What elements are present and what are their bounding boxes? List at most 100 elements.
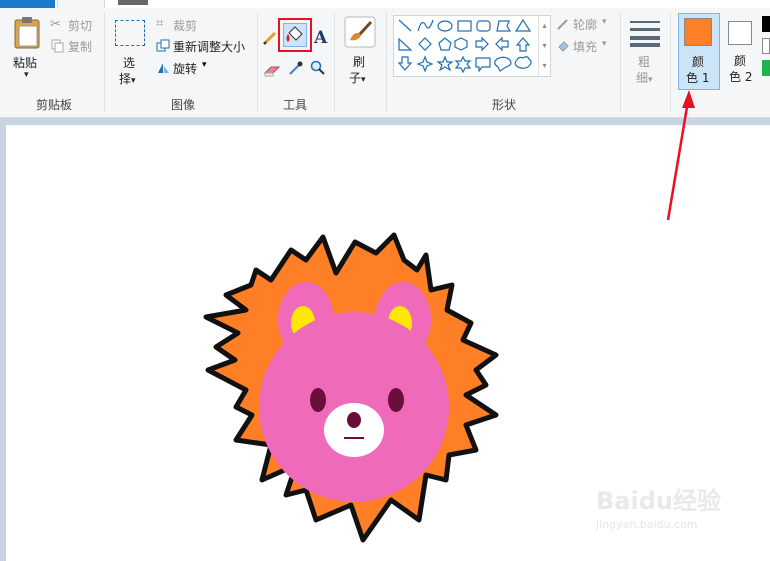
eyedropper-icon bbox=[289, 61, 303, 75]
outline-button[interactable]: 轮廓 ▾ bbox=[556, 16, 616, 32]
select-label-2-text: 择 bbox=[119, 72, 132, 86]
five-point-star-shape-icon[interactable] bbox=[436, 55, 454, 72]
color2-label-1: 颜 bbox=[734, 54, 747, 68]
left-arrow-shape-icon[interactable] bbox=[495, 36, 509, 52]
divider bbox=[670, 12, 671, 112]
image-group-label: 图像 bbox=[170, 98, 195, 112]
tab-file[interactable] bbox=[0, 0, 55, 8]
curve-shape-icon[interactable] bbox=[417, 19, 434, 32]
drawing-canvas[interactable]: Baidu经验 jingyan.baidu.com bbox=[6, 125, 770, 561]
shapes-scroll[interactable]: ▴ ▾ ▾ bbox=[538, 16, 550, 76]
pencil-icon bbox=[262, 31, 277, 46]
select-label-1: 选 bbox=[123, 56, 136, 70]
oval-callout-shape-icon[interactable] bbox=[494, 56, 512, 72]
outline-icon bbox=[557, 19, 568, 30]
up-arrow-shape-icon[interactable] bbox=[515, 37, 531, 52]
brush-icon bbox=[344, 16, 376, 48]
clipboard-icon bbox=[14, 17, 40, 49]
color2-label-2: 色 2 bbox=[729, 70, 753, 84]
fill-button[interactable]: 填充 ▾ bbox=[556, 38, 616, 54]
pencil-tool[interactable] bbox=[262, 30, 278, 48]
color2-button[interactable]: 颜 色 2 bbox=[724, 13, 758, 90]
tab-strip bbox=[0, 0, 770, 8]
outline-dropdown-icon[interactable]: ▾ bbox=[602, 17, 607, 27]
baidu-watermark: Baidu经验 jingyan.baidu.com bbox=[596, 481, 736, 541]
diamond-shape-icon[interactable] bbox=[418, 37, 432, 51]
divider bbox=[620, 12, 621, 112]
rounded-rectangle-shape-icon[interactable] bbox=[476, 20, 491, 32]
fill-with-color-button[interactable] bbox=[283, 23, 307, 47]
shapes-group-label: 形状 bbox=[491, 98, 516, 112]
hexagon-shape-icon[interactable] bbox=[454, 37, 468, 51]
tools-group-label: 工具 bbox=[282, 98, 307, 112]
paste-button[interactable]: 粘贴 ▾ bbox=[8, 14, 46, 88]
divider bbox=[386, 12, 387, 112]
eraser-tool[interactable] bbox=[263, 62, 281, 77]
select-dropdown-icon[interactable]: ▾ bbox=[131, 76, 136, 86]
rectangle-shape-icon[interactable] bbox=[457, 20, 472, 32]
oval-shape-icon[interactable] bbox=[437, 20, 453, 32]
crop-label: 裁剪 bbox=[173, 19, 198, 33]
size-label-2: 细▾ bbox=[636, 69, 653, 86]
select-rectangle-icon bbox=[115, 20, 145, 46]
size-button[interactable]: 粗 细▾ bbox=[626, 16, 664, 88]
magnifier-tool[interactable] bbox=[310, 60, 326, 76]
watermark-url: jingyan.baidu.com bbox=[596, 518, 698, 531]
resize-label: 重新调整大小 bbox=[173, 40, 246, 54]
tab-view[interactable] bbox=[118, 0, 148, 5]
triangle-shape-icon[interactable] bbox=[514, 18, 532, 32]
cloud-callout-shape-icon[interactable] bbox=[514, 56, 532, 69]
paint-bucket-icon bbox=[286, 26, 303, 42]
size-label-2-text: 细 bbox=[636, 71, 649, 85]
down-arrow-shape-icon[interactable] bbox=[397, 56, 413, 71]
brushes-label-2-text: 子 bbox=[349, 71, 362, 85]
outline-label: 轮廓 bbox=[573, 18, 598, 32]
pentagon-shape-icon[interactable] bbox=[438, 37, 452, 51]
clipboard-group-label: 剪贴板 bbox=[35, 98, 72, 112]
fill-tool-highlight[interactable] bbox=[278, 18, 312, 52]
rotate-label: 旋转 bbox=[173, 62, 198, 76]
line-shape-icon[interactable] bbox=[398, 19, 412, 32]
fill-label: 填充 bbox=[573, 40, 598, 54]
select-button[interactable]: 选 择▾ bbox=[112, 18, 148, 88]
paste-label: 粘贴 bbox=[13, 56, 38, 70]
right-triangle-shape-icon[interactable] bbox=[398, 37, 413, 51]
color-picker-tool[interactable] bbox=[288, 60, 304, 76]
palette-white-swatch[interactable] bbox=[762, 38, 770, 54]
brushes-dropdown-icon[interactable]: ▾ bbox=[361, 75, 366, 85]
right-arrow-shape-icon[interactable] bbox=[475, 36, 489, 52]
crop-icon: ⌗ bbox=[156, 16, 164, 31]
cut-button[interactable]: ✂ 剪切 bbox=[50, 17, 100, 33]
shapes-gallery[interactable]: ▴ ▾ ▾ bbox=[393, 15, 551, 77]
rect-callout-shape-icon[interactable] bbox=[475, 57, 491, 73]
tab-home[interactable] bbox=[57, 0, 105, 8]
fill-dropdown-icon[interactable]: ▾ bbox=[602, 39, 607, 49]
brushes-button[interactable]: 刷 子▾ bbox=[342, 16, 378, 88]
resize-icon bbox=[156, 39, 170, 52]
cut-label: 剪切 bbox=[68, 19, 93, 33]
eraser-icon bbox=[263, 66, 281, 77]
six-point-star-shape-icon[interactable] bbox=[454, 55, 472, 74]
magnifier-icon bbox=[310, 60, 325, 75]
brushes-label-1: 刷 bbox=[353, 55, 366, 69]
palette-black-swatch[interactable] bbox=[762, 16, 770, 32]
text-tool-icon[interactable]: A bbox=[314, 28, 328, 48]
size-dropdown-icon[interactable]: ▾ bbox=[648, 75, 653, 85]
resize-button[interactable]: 重新调整大小 bbox=[156, 38, 252, 54]
color1-swatch bbox=[684, 18, 712, 46]
polygon-shape-icon[interactable] bbox=[496, 20, 512, 32]
copy-button[interactable]: 复制 bbox=[50, 38, 100, 54]
color2-swatch bbox=[728, 21, 752, 45]
color1-button[interactable]: 颜 色 1 bbox=[678, 13, 720, 90]
rotate-icon bbox=[158, 63, 169, 73]
paste-dropdown-icon[interactable]: ▾ bbox=[24, 70, 29, 80]
rotate-dropdown-icon[interactable]: ▾ bbox=[202, 60, 207, 70]
crop-button[interactable]: ⌗ 裁剪 bbox=[156, 16, 226, 33]
rotate-button[interactable]: 旋转 ▾ bbox=[156, 60, 216, 76]
divider bbox=[334, 12, 335, 112]
brushes-label-2: 子▾ bbox=[349, 69, 366, 86]
divider bbox=[257, 12, 258, 112]
four-point-star-shape-icon[interactable] bbox=[416, 55, 434, 73]
fill-icon bbox=[558, 41, 569, 52]
palette-green-swatch[interactable] bbox=[762, 60, 770, 76]
